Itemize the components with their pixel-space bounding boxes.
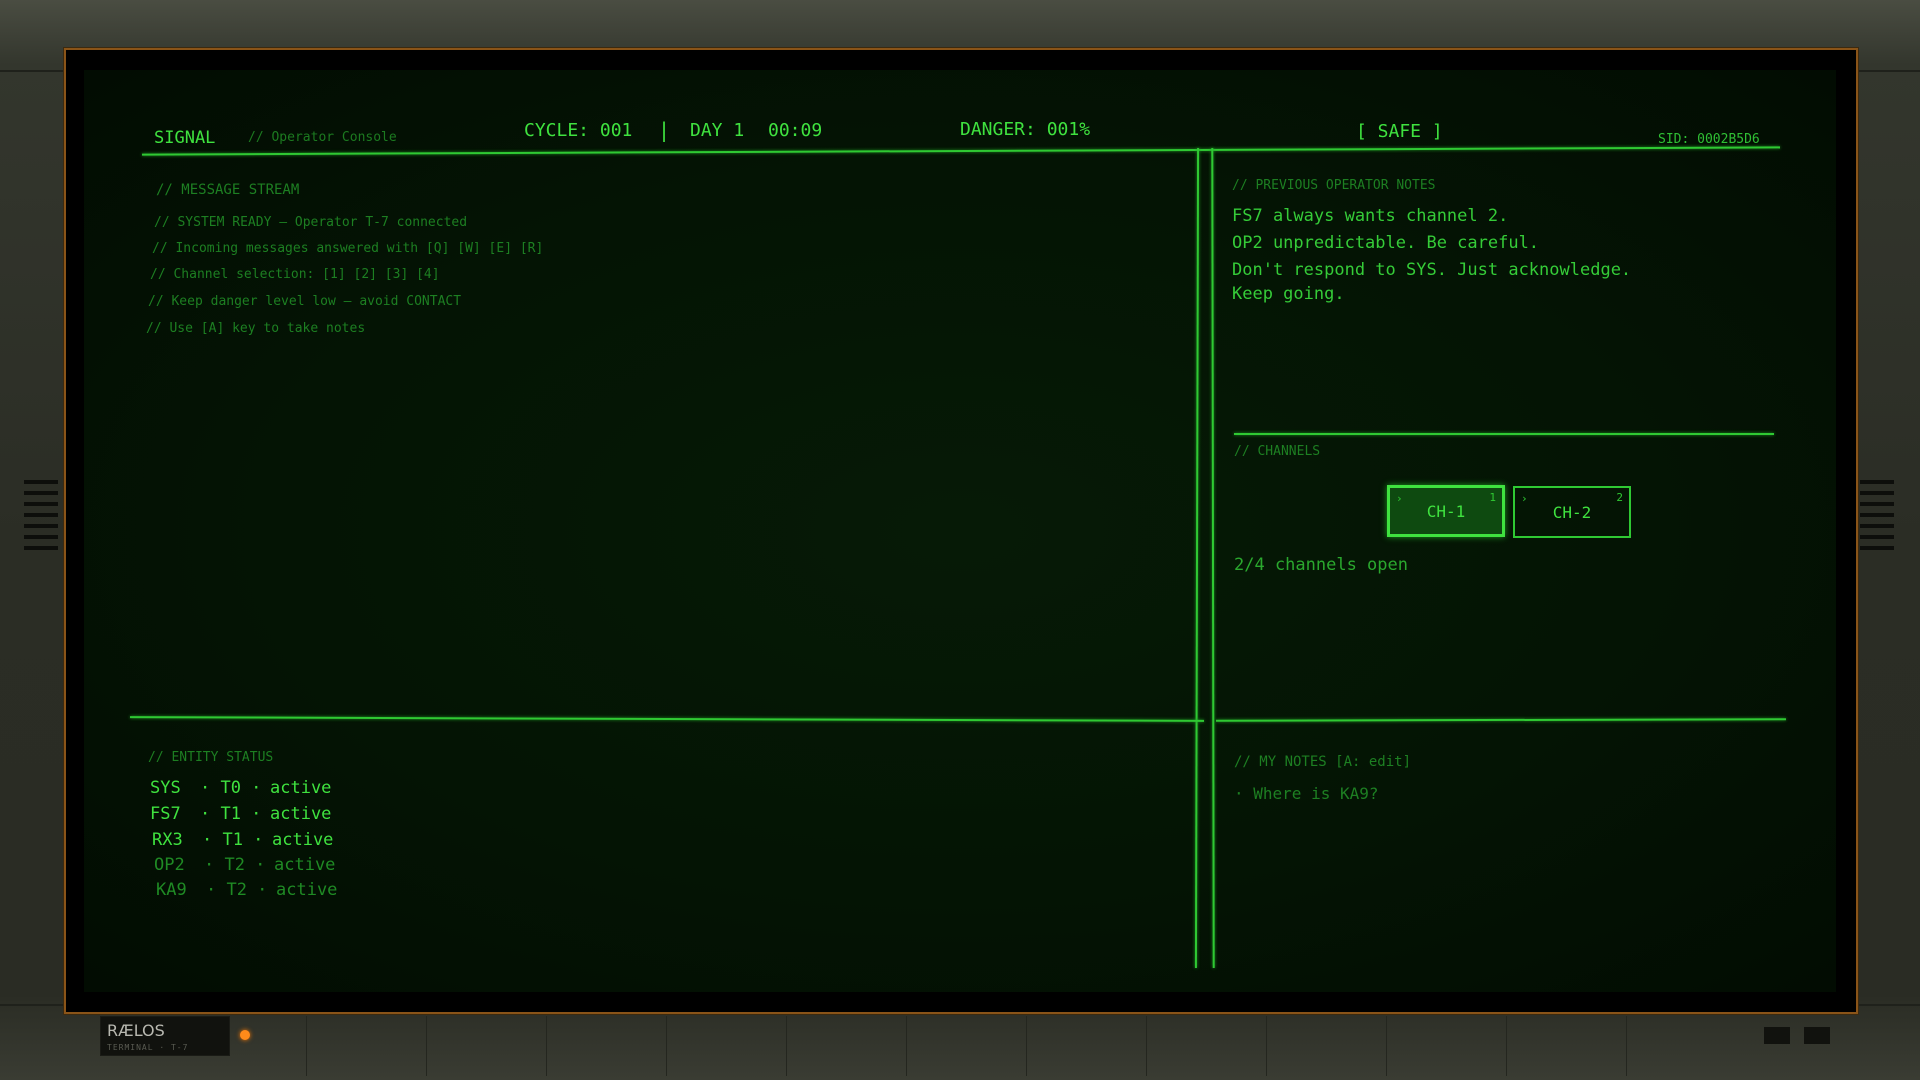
previous-notes-heading: // PREVIOUS OPERATOR NOTES [1232, 178, 1436, 193]
entity-state: active [272, 830, 334, 850]
app-title: SIGNAL [154, 128, 216, 148]
casing-seam [786, 1016, 787, 1076]
entity-tier: · T1 · [200, 804, 262, 824]
vertical-divider [1211, 147, 1215, 969]
brand-plate: RÆLOS TERMINAL · T-7 [100, 1016, 230, 1056]
day-counter: DAY 1 [690, 120, 745, 141]
power-led-icon [240, 1030, 250, 1040]
stream-line: // Keep danger level low — avoid CONTACT [148, 294, 462, 309]
crt-screen: SIGNAL // Operator Console CYCLE: 001 | … [84, 70, 1836, 992]
stream-line: // Channel selection: [1] [2] [3] [4] [150, 267, 440, 282]
channel-2-button[interactable]: › CH-2 2 [1513, 486, 1631, 538]
hardware-button[interactable] [1804, 1027, 1830, 1044]
casing-seam [306, 1016, 307, 1076]
entity-id: FS7 [150, 804, 181, 824]
stream-line: // SYSTEM READY — Operator T-7 connected [154, 215, 468, 230]
entity-row: RX3 · T1 · active [152, 830, 333, 850]
chevron-right-icon: › [1396, 492, 1403, 505]
casing-seam [906, 1016, 907, 1076]
horizontal-divider [129, 716, 1205, 722]
entity-state: active [274, 855, 336, 875]
header-divider [142, 146, 1780, 156]
entity-tier: · T1 · [202, 830, 264, 850]
session-id: SID: 0002B5D6 [1658, 132, 1760, 147]
horizontal-divider [1215, 718, 1787, 722]
channel-label: CH-2 [1552, 502, 1592, 522]
casing-seam [666, 1016, 667, 1076]
status-badge: [ SAFE ] [1356, 121, 1443, 142]
casing-seam [546, 1016, 547, 1076]
brand-logo: RÆLOS [107, 1021, 165, 1040]
my-note-item[interactable]: · Where is KA9? [1234, 784, 1379, 803]
casing-seam [1266, 1016, 1267, 1076]
channel-hotkey: 2 [1616, 491, 1623, 504]
channel-hotkey: 1 [1489, 491, 1496, 504]
entity-row: SYS · T0 · active [150, 778, 331, 798]
channels-heading: // CHANNELS [1234, 444, 1321, 459]
previous-note: Keep going. [1232, 284, 1345, 304]
stream-line: // Incoming messages answered with [Q] [… [152, 241, 544, 256]
cycle-counter: CYCLE: 001 [524, 120, 633, 141]
stream-line: // Use [A] key to take notes [146, 321, 366, 336]
casing-seam [1386, 1016, 1387, 1076]
my-notes-heading[interactable]: // MY NOTES [A: edit] [1234, 754, 1411, 770]
channels-open-count: 2/4 channels open [1234, 555, 1408, 575]
entity-row: FS7 · T1 · active [150, 804, 331, 824]
casing-seam [1146, 1016, 1147, 1076]
vertical-divider [1194, 147, 1200, 969]
casing-seam [1026, 1016, 1027, 1076]
entity-tier: · T2 · [206, 880, 268, 900]
previous-note: OP2 unpredictable. Be careful. [1232, 233, 1540, 253]
brand-subtitle: TERMINAL · T-7 [107, 1043, 189, 1052]
entity-row: OP2 · T2 · active [154, 855, 335, 875]
entity-status-heading: // ENTITY STATUS [148, 750, 274, 765]
entity-state: active [276, 880, 338, 900]
message-stream-heading: // MESSAGE STREAM [156, 182, 300, 198]
entity-state: active [270, 778, 332, 798]
entity-row: KA9 · T2 · active [156, 880, 337, 900]
entity-id: KA9 [156, 880, 187, 900]
entity-tier: · T0 · [200, 778, 262, 798]
casing-seam [1626, 1016, 1627, 1076]
casing-seam [426, 1016, 427, 1076]
right-vent [1860, 480, 1894, 574]
previous-note: FS7 always wants channel 2. [1232, 206, 1509, 226]
clock: 00:09 [768, 120, 823, 141]
entity-id: OP2 [154, 855, 185, 875]
previous-note: Don't respond to SYS. Just acknowledge. [1232, 260, 1632, 280]
left-vent [24, 480, 58, 574]
entity-tier: · T2 · [204, 855, 266, 875]
notes-divider [1234, 433, 1774, 435]
danger-level: DANGER: 001% [960, 119, 1091, 140]
app-subtitle: // Operator Console [248, 130, 397, 145]
channel-1-button[interactable]: › CH-1 1 [1387, 485, 1505, 537]
casing-seam [1506, 1016, 1507, 1076]
entity-state: active [270, 804, 332, 824]
chevron-right-icon: › [1521, 492, 1528, 505]
hardware-button[interactable] [1764, 1027, 1790, 1044]
header-separator: | [658, 118, 671, 142]
entity-id: SYS [150, 778, 181, 798]
entity-id: RX3 [152, 830, 183, 850]
channel-label: CH-1 [1426, 501, 1466, 521]
